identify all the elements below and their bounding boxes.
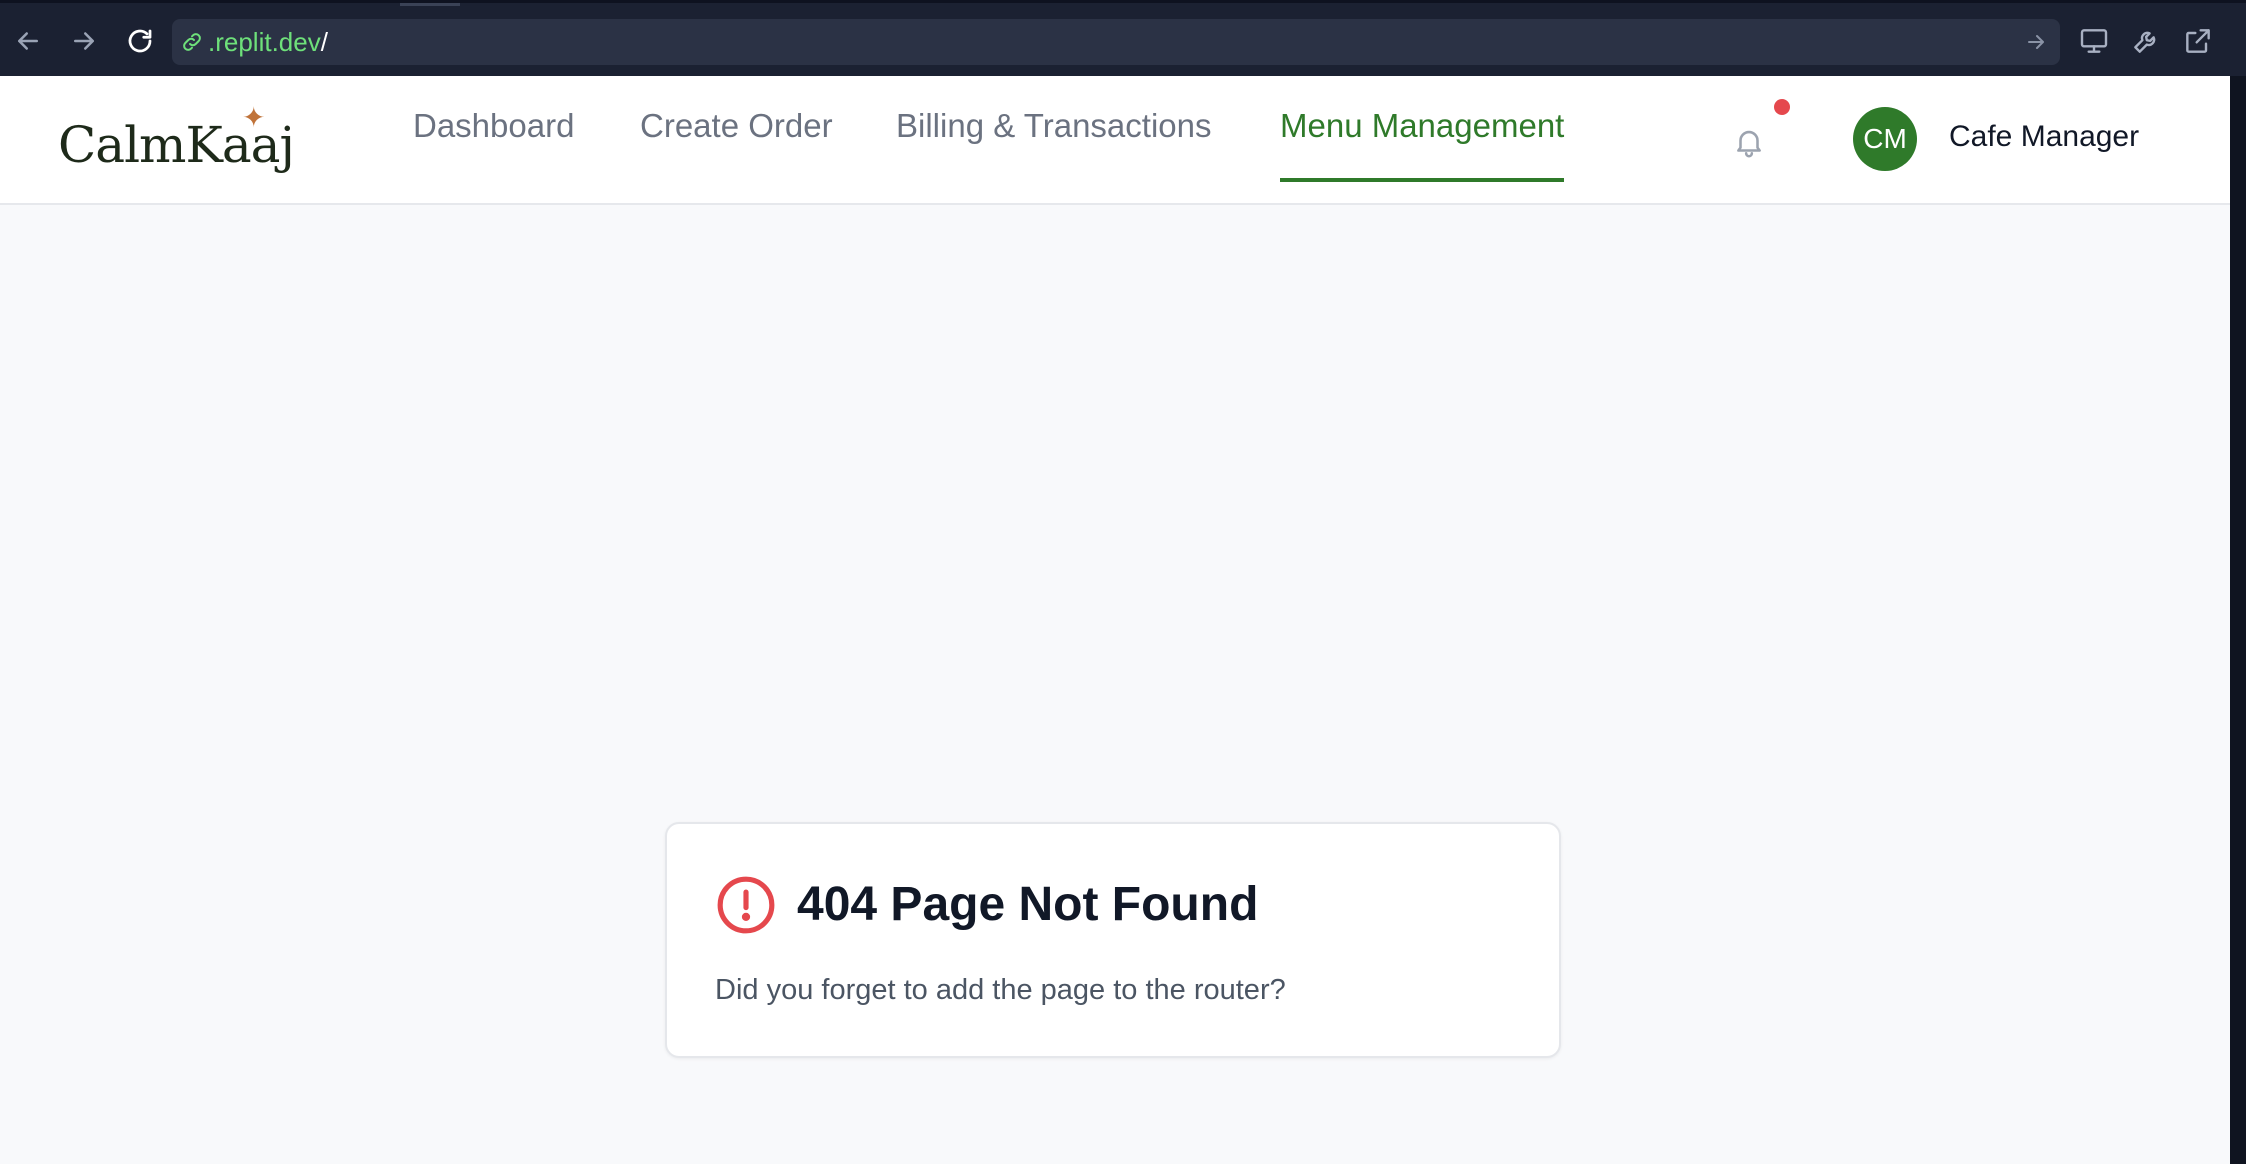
browser-toolbar: .replit.dev/ (0, 0, 2246, 76)
tab-indicator (400, 3, 460, 6)
avatar[interactable]: CM (1853, 107, 1917, 171)
url-domain: .replit.dev (208, 27, 321, 57)
alert-circle-icon (717, 876, 775, 934)
url-text: .replit.dev/ (208, 27, 328, 57)
nav-billing-transactions[interactable]: Billing & Transactions (896, 100, 1211, 182)
link-icon (183, 33, 201, 51)
app-page: CalmKaaj ✦ Dashboard Create Order Billin… (0, 76, 2230, 1164)
forward-button[interactable] (64, 21, 104, 61)
monitor-icon (2080, 29, 2108, 53)
nav-menu-management[interactable]: Menu Management (1280, 100, 1565, 182)
devices-button[interactable] (2076, 23, 2112, 59)
url-path: / (320, 27, 328, 57)
arrow-left-icon (18, 32, 38, 50)
wrench-icon (2134, 31, 2156, 53)
app-header: CalmKaaj ✦ Dashboard Create Order Billin… (0, 76, 2230, 205)
nav-dashboard[interactable]: Dashboard (413, 100, 574, 182)
window-edge (2230, 76, 2246, 1164)
not-found-card: 404 Page Not Found Did you forget to add… (665, 822, 1561, 1058)
error-title: 404 Page Not Found (797, 878, 1259, 931)
address-bar[interactable]: .replit.dev/ (172, 19, 2060, 65)
nav-create-order[interactable]: Create Order (640, 100, 833, 182)
notification-badge (1774, 99, 1790, 115)
error-message: Did you forget to add the page to the ro… (715, 974, 1286, 1006)
bell-icon[interactable] (1732, 122, 1766, 162)
reload-icon (128, 29, 152, 53)
user-name[interactable]: Cafe Manager (1949, 120, 2139, 154)
devtools-button[interactable] (2128, 23, 2164, 59)
go-arrow-icon[interactable] (2024, 30, 2048, 54)
logo-star-icon: ✦ (242, 102, 266, 133)
back-button[interactable] (8, 21, 48, 61)
reload-button[interactable] (120, 21, 160, 61)
arrow-right-icon (74, 32, 94, 50)
external-link-icon (2186, 29, 2210, 53)
open-external-button[interactable] (2180, 23, 2216, 59)
